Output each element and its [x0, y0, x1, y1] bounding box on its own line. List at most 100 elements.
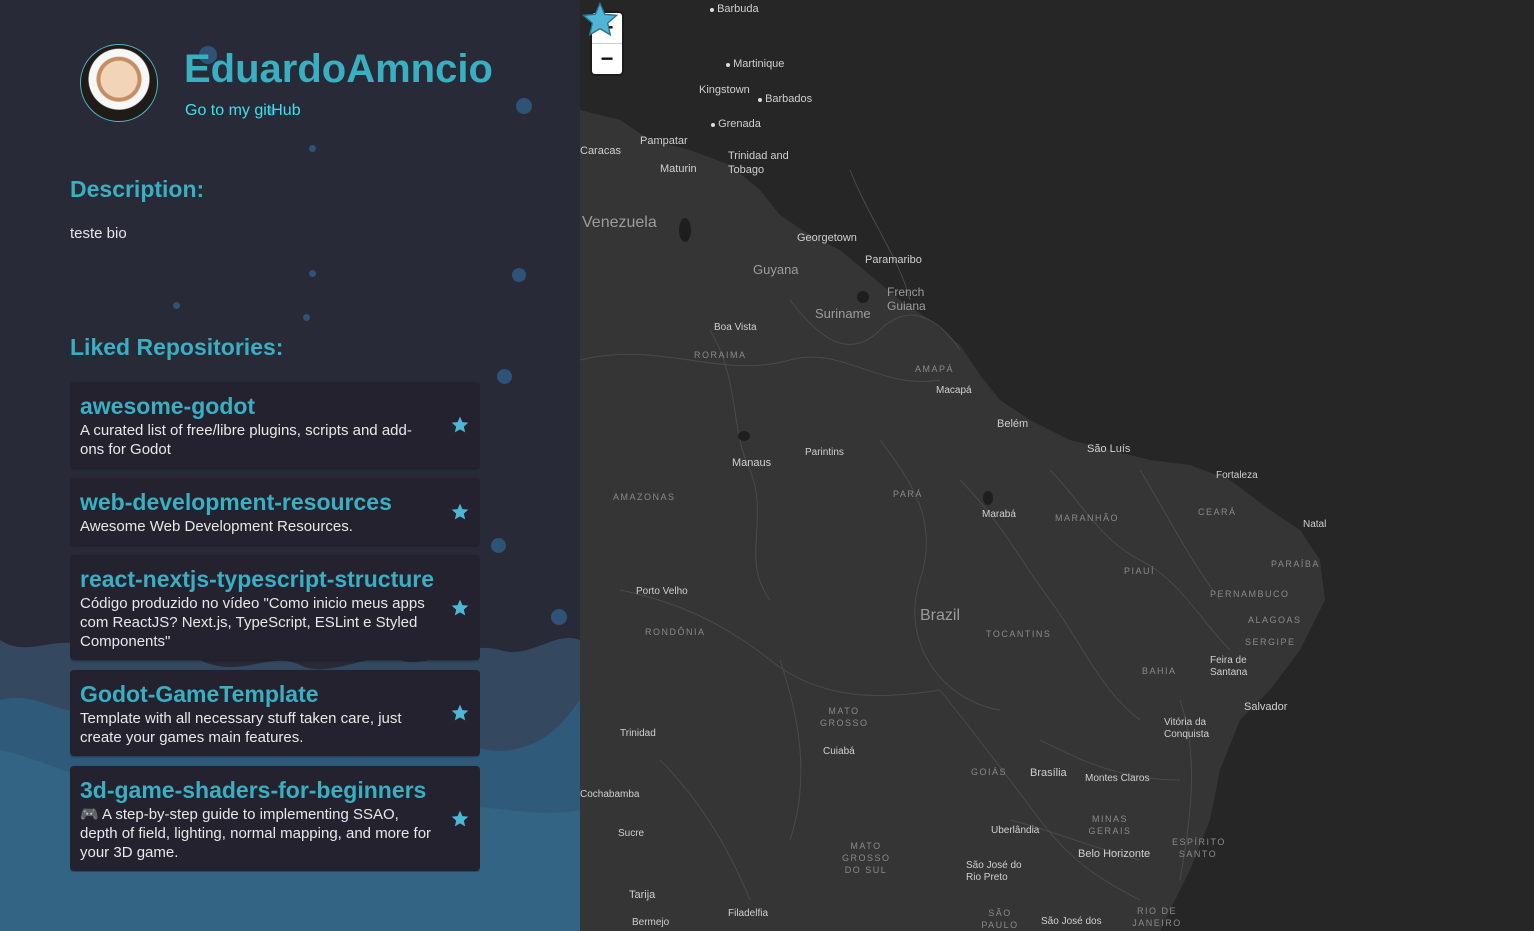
country-label: Suriname: [815, 306, 871, 321]
region-label: SÃO PAULO: [981, 908, 1019, 930]
bubble: [309, 145, 316, 152]
place-label: Manaus: [732, 457, 772, 469]
location-star-marker[interactable]: [580, 0, 620, 40]
place-label: Montes Claros: [1085, 773, 1150, 784]
place-label: Georgetown: [797, 232, 857, 244]
region-label: SERGIPE: [1245, 637, 1296, 647]
bubble: [173, 302, 180, 309]
bubble: [512, 268, 526, 282]
repo-title[interactable]: web-development-resources: [80, 489, 436, 515]
place-label: Brasília: [1030, 767, 1067, 779]
place-label: São Luís: [1087, 443, 1131, 455]
place-label: Paramaribo: [865, 254, 922, 266]
place-label: Cuiabá: [823, 746, 855, 757]
place-label: Caracas: [580, 145, 621, 157]
region-label: MATO GROSSO: [820, 706, 869, 728]
region-label: GOIÁS: [971, 767, 1008, 777]
place-label: Belém: [997, 418, 1029, 430]
repository-list: awesome-godot A curated list of free/lib…: [70, 382, 480, 872]
star-icon[interactable]: [450, 502, 470, 522]
place-label: Trinidad: [620, 728, 656, 739]
place-label: Fortaleza: [1216, 470, 1258, 481]
profile-header: EduardoAmncio Go to my gitHub: [80, 44, 493, 122]
place-label: Macapá: [936, 385, 972, 396]
region-label: ALAGOAS: [1248, 615, 1302, 625]
app: EduardoAmncio Go to my gitHub Descriptio…: [0, 0, 1534, 931]
place-label: Bermejo: [632, 917, 670, 928]
star-icon[interactable]: [450, 598, 470, 618]
place-label: Sucre: [618, 828, 645, 839]
place-label: Belo Horizonte: [1078, 848, 1151, 860]
bubble: [551, 609, 567, 625]
repo-title[interactable]: Godot-GameTemplate: [80, 681, 436, 707]
bubble: [491, 538, 506, 553]
region-label: RORAIMA: [694, 350, 747, 360]
profile-sidebar: EduardoAmncio Go to my gitHub Descriptio…: [0, 0, 580, 931]
region-label: ESPÍRITO SANTO: [1172, 837, 1226, 859]
region-label: MATO GROSSO DO SUL: [842, 841, 891, 875]
place-label: Maturin: [660, 163, 697, 175]
repo-title[interactable]: react-nextjs-typescript-structure: [80, 566, 436, 592]
place-label: Vitória da Conquista: [1164, 717, 1210, 740]
country-label: Guyana: [753, 262, 799, 277]
region-label: TOCANTINS: [986, 629, 1052, 639]
profile-name: EduardoAmncio: [184, 47, 493, 91]
place-label: Martinique: [726, 58, 784, 70]
region-label: CEARÁ: [1198, 507, 1237, 517]
place-label: Tarija: [629, 889, 656, 901]
region-label: PIAUÍ: [1124, 566, 1156, 576]
place-label: Marabá: [982, 509, 1016, 520]
country-label: Venezuela: [582, 214, 657, 231]
repo-title[interactable]: awesome-godot: [80, 393, 436, 419]
star-icon[interactable]: [450, 809, 470, 829]
region-label: MARANHÃO: [1055, 513, 1120, 523]
star-icon[interactable]: [450, 703, 470, 723]
place-label: Parintins: [805, 447, 844, 458]
region-label: RONDÔNIA: [645, 627, 706, 637]
place-label: Grenada: [711, 118, 761, 130]
place-label: Uberlândia: [991, 825, 1040, 836]
place-label: Kingstown: [699, 84, 750, 96]
place-label: Boa Vista: [714, 322, 757, 333]
country-label: French Guiana: [887, 285, 926, 313]
place-label: Natal: [1303, 519, 1327, 530]
repo-card[interactable]: awesome-godot A curated list of free/lib…: [70, 382, 480, 468]
place-label: São José do Rio Preto: [966, 860, 1022, 883]
bio-text: teste bio: [70, 225, 127, 242]
repo-description: 🎮 A step-by-step guide to implementing S…: [80, 806, 432, 861]
region-label: AMAPÁ: [915, 364, 955, 374]
repo-card[interactable]: 3d-game-shaders-for-beginners 🎮 A step-b…: [70, 766, 480, 871]
bubble: [303, 314, 310, 321]
region-label: AMAZONAS: [613, 492, 676, 502]
region-label: PERNAMBUCO: [1210, 589, 1290, 599]
region-label: PARÁ: [893, 489, 923, 499]
repo-title[interactable]: 3d-game-shaders-for-beginners: [80, 777, 436, 803]
repo-description: Código produzido no vídeo "Como inicio m…: [80, 595, 425, 650]
region-label: PARAÍBA: [1271, 559, 1320, 569]
zoom-out-button[interactable]: −: [592, 43, 622, 74]
place-label: Pampatar: [640, 135, 688, 147]
repo-description: A curated list of free/libre plugins, sc…: [80, 422, 412, 458]
bubble: [516, 98, 532, 114]
bubble: [309, 270, 316, 277]
place-label: Trinidad and Tobago: [728, 150, 789, 176]
country-label: Brazil: [920, 607, 961, 624]
repo-card[interactable]: web-development-resources Awesome Web De…: [70, 478, 480, 545]
description-heading: Description:: [70, 176, 205, 202]
bubble: [497, 369, 512, 384]
star-icon[interactable]: [450, 415, 470, 435]
liked-repositories-heading: Liked Repositories:: [70, 334, 284, 360]
repo-description: Template with all necessary stuff taken …: [80, 710, 402, 746]
place-label: Feira de Santana: [1210, 655, 1248, 678]
avatar: [80, 44, 158, 122]
place-label: São José dos: [1041, 916, 1102, 927]
repo-description: Awesome Web Development Resources.: [80, 518, 353, 535]
place-label: Cochabamba: [580, 789, 640, 800]
map-view[interactable]: + − Venezuela Guyana Suriname French Gui…: [580, 0, 1534, 931]
repo-card[interactable]: Godot-GameTemplate Template with all nec…: [70, 670, 480, 756]
place-label: Barbuda: [710, 3, 759, 15]
github-link[interactable]: Go to my gitHub: [185, 102, 301, 120]
place-label: Filadelfia: [728, 908, 769, 919]
repo-card[interactable]: react-nextjs-typescript-structure Código…: [70, 555, 480, 660]
region-label: MINAS GERAIS: [1088, 814, 1132, 836]
